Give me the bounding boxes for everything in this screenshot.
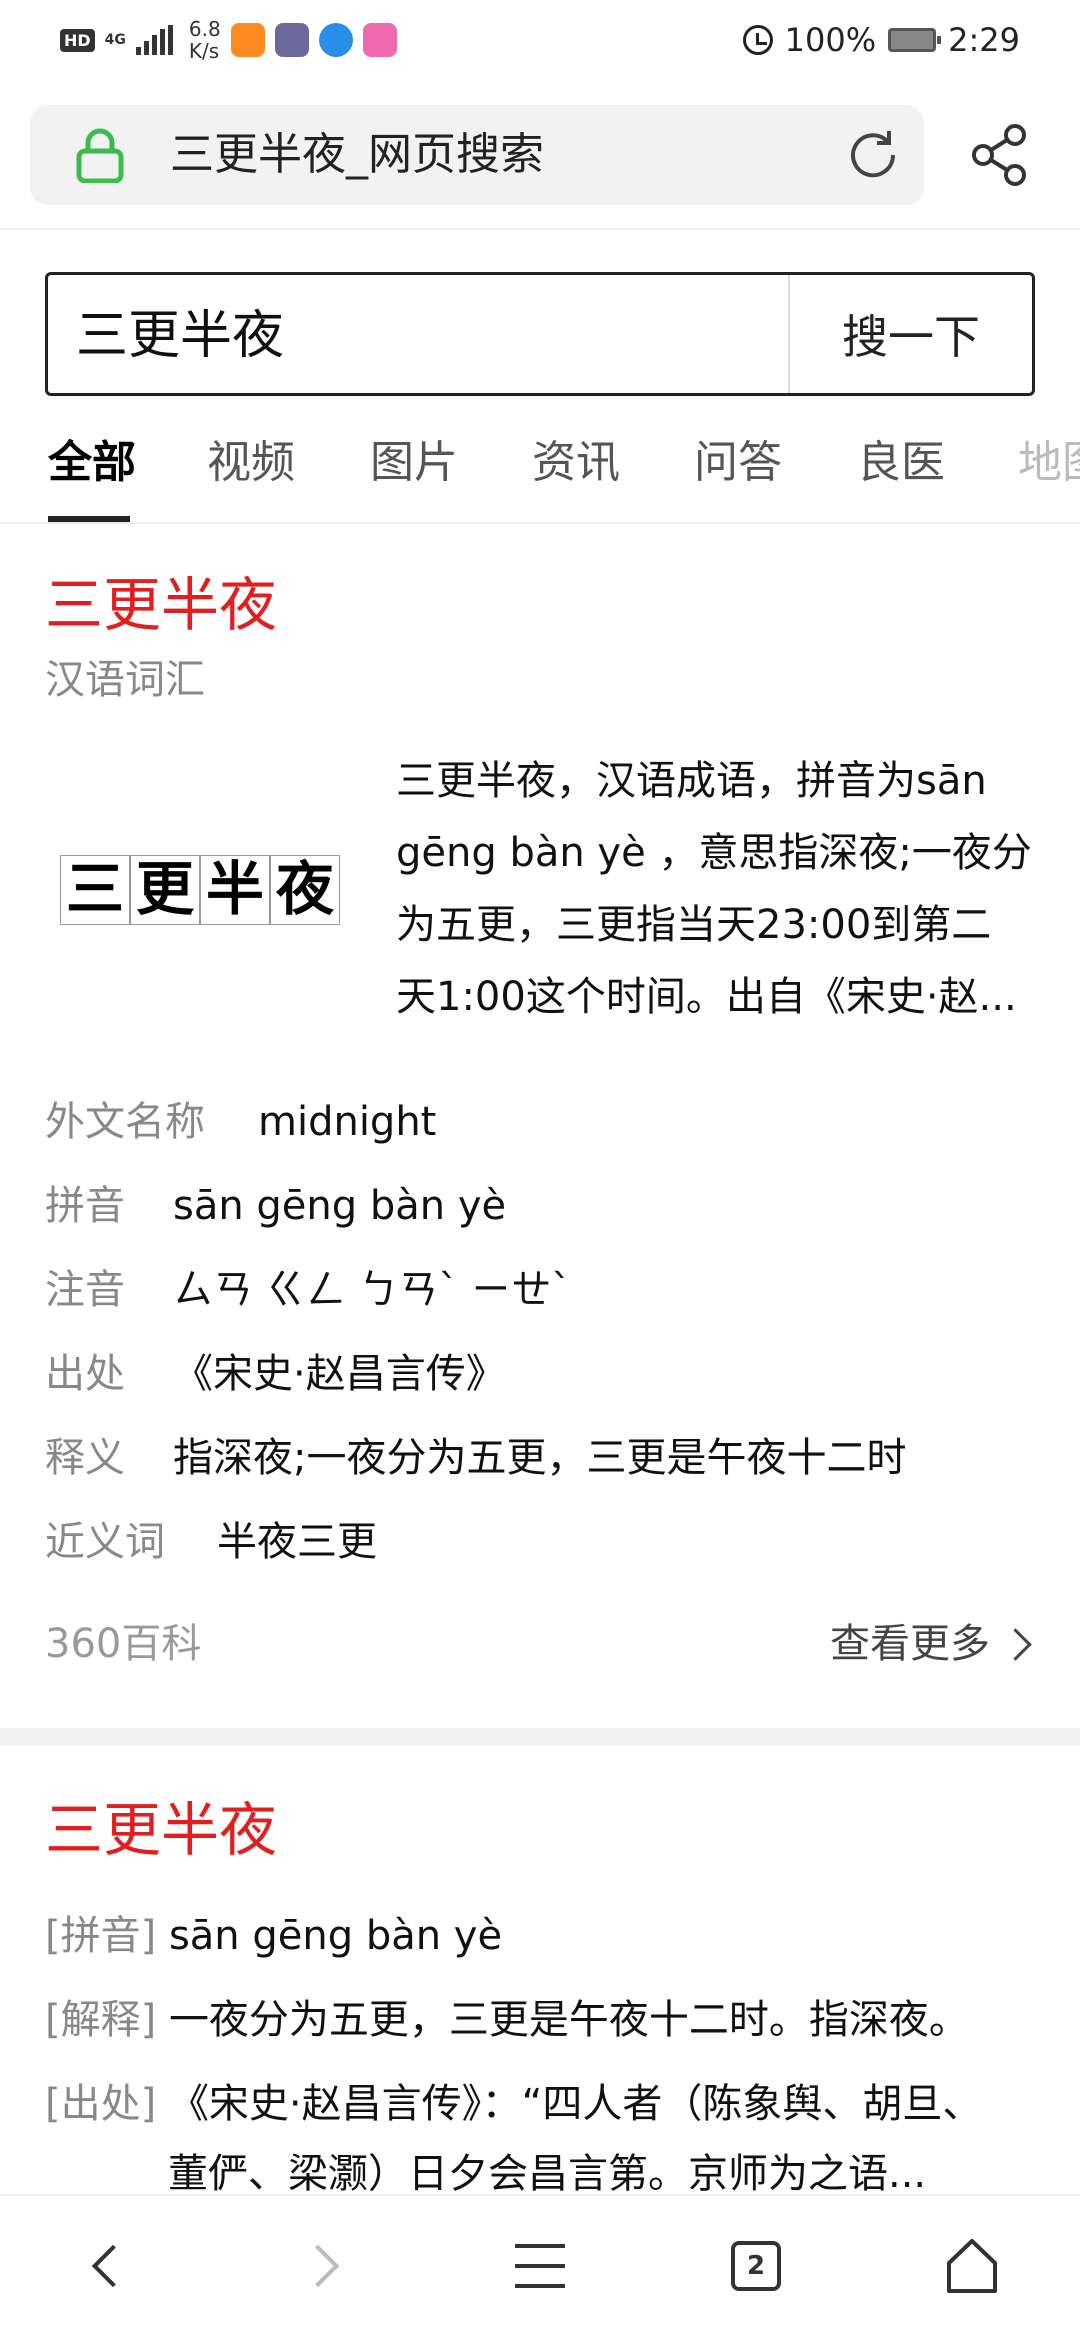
category-tabs: 全部 视频 图片 资讯 问答 良医 地图 bbox=[0, 420, 1080, 520]
info-label: 注音 bbox=[45, 1267, 125, 1313]
description-line: 为五更，三更指当天23:00到第二 bbox=[396, 902, 992, 948]
home-button[interactable] bbox=[932, 2226, 1012, 2306]
hd-badge: HD bbox=[60, 28, 95, 52]
calligraphy-char: 半 bbox=[200, 855, 270, 925]
dict-label: [出处] bbox=[45, 2081, 157, 2127]
dict-value: 一夜分为五更，三更是午夜十二时。指深夜。 bbox=[168, 1997, 969, 2043]
video-app-icon bbox=[230, 23, 265, 57]
header-divider bbox=[0, 228, 1080, 230]
tab-images[interactable]: 图片 bbox=[370, 428, 458, 498]
card-footer: 360百科 查看更多 bbox=[45, 1612, 1035, 1676]
status-bar: HD 4G 6.8 K/s 100% 2:29 bbox=[0, 0, 1080, 80]
calligraphy-char: 更 bbox=[130, 855, 200, 925]
alarm-icon bbox=[742, 25, 773, 55]
lock-icon bbox=[76, 128, 124, 183]
page-title: 三更半夜_网页搜索 bbox=[170, 129, 544, 180]
card-separator bbox=[0, 1728, 1080, 1746]
network-type: 4G bbox=[104, 32, 126, 48]
description-line: 三更半夜，汉语成语，拼音为sān bbox=[396, 758, 987, 804]
tab-doctor[interactable]: 良医 bbox=[857, 428, 945, 498]
search-input[interactable]: 三更半夜 bbox=[76, 301, 284, 371]
tabs-button[interactable]: 2 bbox=[716, 2226, 796, 2306]
address-bar[interactable]: 三更半夜_网页搜索 bbox=[30, 105, 924, 205]
info-value[interactable]: 半夜三更 bbox=[217, 1510, 377, 1574]
menu-icon bbox=[515, 2244, 565, 2288]
dict-value: 《宋史·赵昌言传》：“四人者（陈象舆、胡旦、 bbox=[168, 2081, 983, 2127]
speed-value: 6.8 bbox=[188, 17, 221, 41]
share-icon[interactable] bbox=[970, 122, 1032, 188]
dict-row-meaning: [解释] 一夜分为五更，三更是午夜十二时。指深夜。 bbox=[45, 1988, 969, 2052]
tabs-icon: 2 bbox=[731, 2241, 781, 2291]
view-more-link[interactable]: 查看更多 bbox=[830, 1612, 1035, 1676]
forward-button[interactable] bbox=[283, 2226, 363, 2306]
info-label: 外文名称 bbox=[45, 1099, 205, 1145]
search-button[interactable]: 搜一下 bbox=[790, 275, 1032, 393]
speed-unit: K/s bbox=[188, 39, 220, 63]
network-speed: 6.8 K/s bbox=[189, 18, 221, 62]
dict-label: [解释] bbox=[45, 1997, 157, 2043]
signal-icon bbox=[135, 25, 173, 55]
tab-qa[interactable]: 问答 bbox=[694, 428, 782, 498]
reload-icon[interactable] bbox=[845, 127, 901, 183]
dict-row-source: [出处] 《宋史·赵昌言传》：“四人者（陈象舆、胡旦、 bbox=[45, 2072, 982, 2136]
tab-video[interactable]: 视频 bbox=[207, 428, 295, 498]
info-row-source: 出处 《宋史·赵昌言传》 bbox=[45, 1342, 506, 1406]
info-label: 释义 bbox=[45, 1435, 125, 1481]
dict-label: [拼音] bbox=[45, 1913, 157, 1959]
dict-value: sān gēng bàn yè bbox=[168, 1913, 503, 1959]
tab-all[interactable]: 全部 bbox=[48, 428, 136, 498]
result-title[interactable]: 三更半夜 bbox=[45, 1790, 277, 1870]
back-icon bbox=[91, 2244, 135, 2288]
info-label: 拼音 bbox=[45, 1183, 125, 1229]
tab-map[interactable]: 地图 bbox=[1018, 428, 1080, 498]
info-value: 指深夜;一夜分为五更，三更是午夜十二时 bbox=[173, 1435, 907, 1481]
info-value: sān gēng bàn yè bbox=[173, 1183, 507, 1229]
battery-percent: 100% bbox=[784, 21, 877, 59]
dict-row-pinyin: [拼音] sān gēng bàn yè bbox=[45, 1904, 502, 1968]
calligraphy-image[interactable]: 三 更 半 夜 bbox=[60, 855, 340, 935]
view-more-label: 查看更多 bbox=[830, 1621, 990, 1667]
info-row-meaning: 释义 指深夜;一夜分为五更，三更是午夜十二时 bbox=[45, 1426, 906, 1490]
tab-news[interactable]: 资讯 bbox=[532, 428, 620, 498]
info-row-zhuyin: 注音 ㄙㄢ ㄍㄥ ㄅㄢˋ ㄧㄝˋ bbox=[45, 1258, 571, 1322]
menu-button[interactable] bbox=[500, 2226, 580, 2306]
description-line: 天1:00这个时间。出自《宋史·赵... bbox=[396, 974, 1017, 1020]
info-label: 出处 bbox=[45, 1351, 125, 1397]
bottom-navigation: 2 bbox=[0, 2194, 1080, 2342]
description-line: gēng bàn yè ，意思指深夜;一夜分 bbox=[396, 830, 1032, 876]
info-label: 近义词 bbox=[45, 1519, 165, 1565]
game-app-icon bbox=[274, 23, 309, 57]
home-icon bbox=[947, 2239, 997, 2293]
info-value: midnight bbox=[258, 1099, 437, 1145]
source-label[interactable]: 360百科 bbox=[45, 1621, 201, 1667]
info-row-pinyin: 拼音 sān gēng bàn yè bbox=[45, 1174, 506, 1238]
calligraphy-char: 三 bbox=[60, 855, 130, 925]
dict-value: 董俨、梁灏）日夕会昌言第。京师为之语... bbox=[168, 2151, 927, 2197]
search-box: 三更半夜 搜一下 bbox=[45, 272, 1035, 396]
info-row-synonym: 近义词 半夜三更 bbox=[45, 1510, 377, 1574]
forward-icon bbox=[296, 2244, 340, 2288]
chevron-right-icon bbox=[999, 1627, 1032, 1661]
tabs-divider bbox=[0, 522, 1080, 524]
store-app-icon bbox=[362, 23, 397, 57]
battery-icon bbox=[888, 28, 942, 52]
back-button[interactable] bbox=[68, 2226, 148, 2306]
info-value: 《宋史·赵昌言传》 bbox=[173, 1351, 506, 1397]
clock: 2:29 bbox=[948, 21, 1020, 59]
status-left: HD 4G 6.8 K/s bbox=[60, 18, 397, 62]
browser-app-icon bbox=[318, 23, 353, 57]
calligraphy-char: 夜 bbox=[270, 855, 340, 925]
info-row-foreign-name: 外文名称 midnight bbox=[45, 1090, 436, 1154]
result-subtitle: 汉语词汇 bbox=[45, 657, 205, 703]
result-description[interactable]: 三更半夜，汉语成语，拼音为sān gēng bàn yè ，意思指深夜;一夜分 … bbox=[396, 745, 1036, 1033]
info-value: ㄙㄢ ㄍㄥ ㄅㄢˋ ㄧㄝˋ bbox=[173, 1267, 572, 1313]
result-title[interactable]: 三更半夜 bbox=[45, 565, 277, 645]
status-right: 100% 2:29 bbox=[742, 18, 1020, 62]
